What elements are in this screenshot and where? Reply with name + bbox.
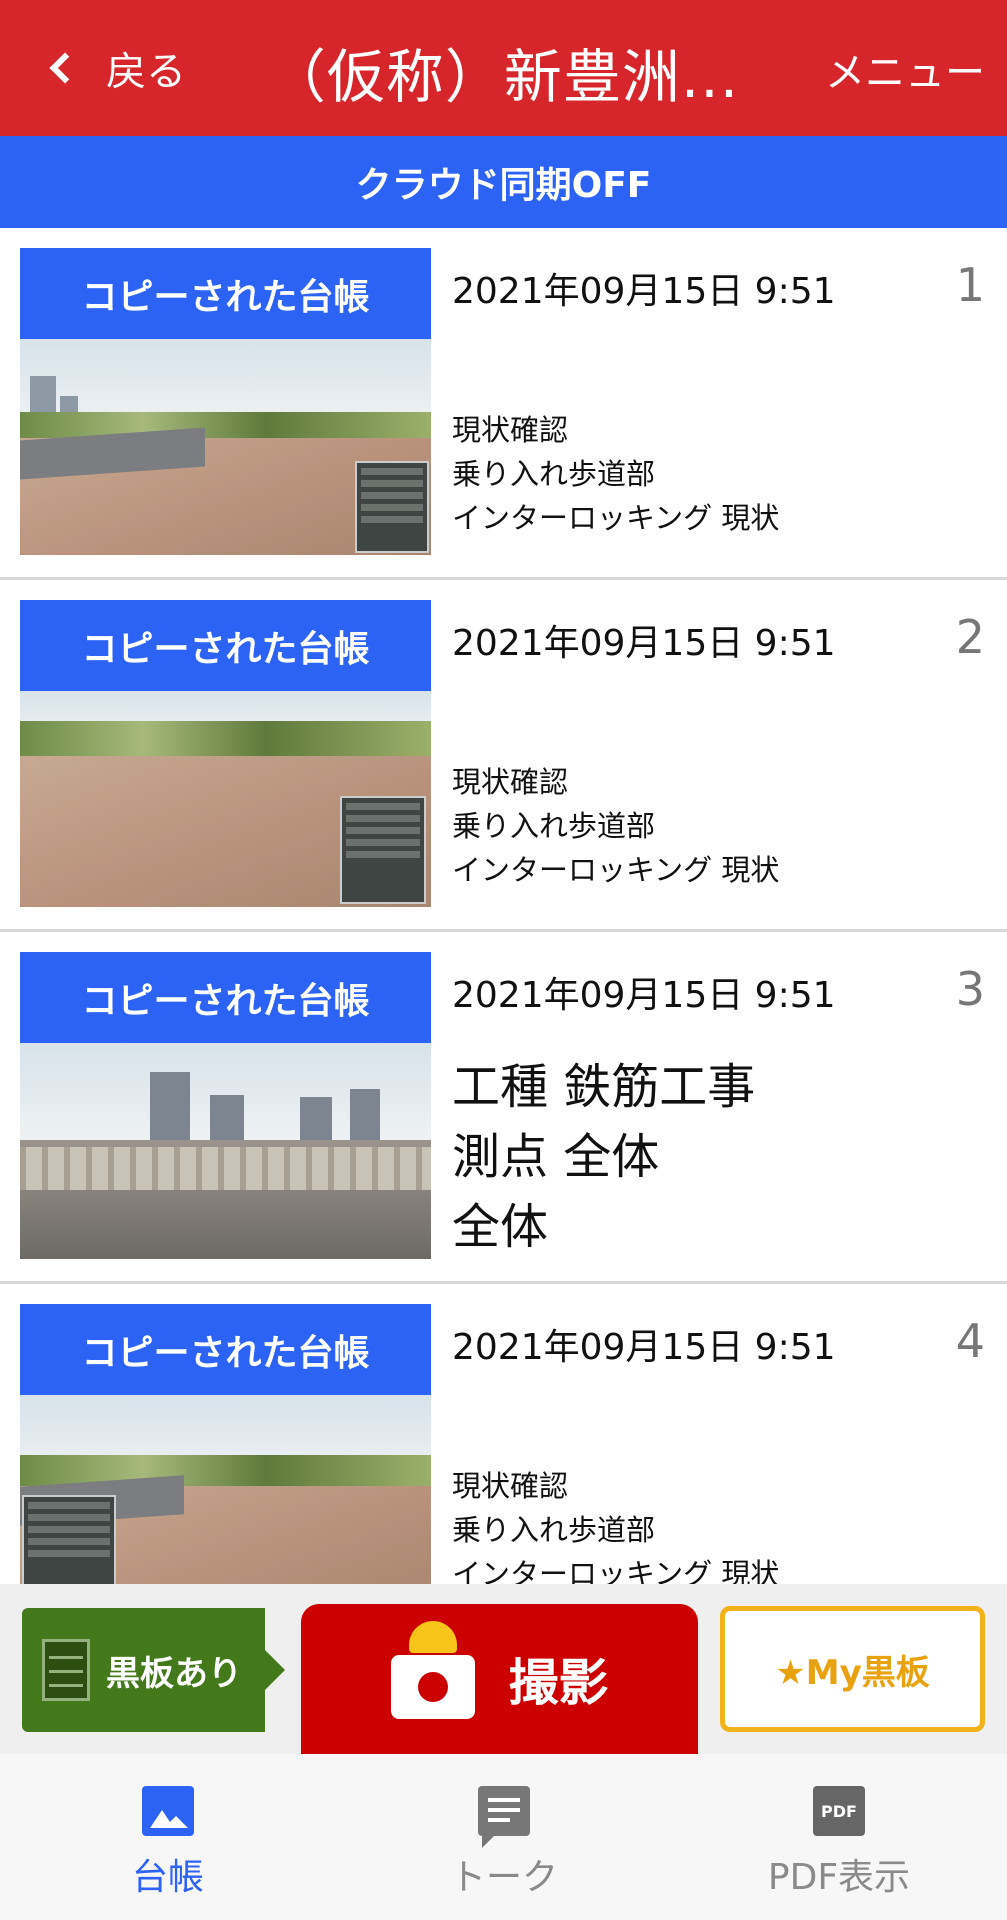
app-header: 戻る （仮称）新豊洲... メニュー (0, 0, 1007, 136)
photo-thumbnail: コピーされた台帳 (20, 1304, 431, 1584)
description-line: インターロッキング 現状 (452, 853, 780, 887)
tab-label: PDF表示 (767, 1857, 911, 1898)
item-number: 1 (955, 258, 985, 312)
camera-icon (390, 1621, 475, 1719)
back-label: 戻る (106, 49, 186, 95)
blackboard-icon (42, 1639, 90, 1701)
photo-thumbnail: コピーされた台帳 (20, 600, 431, 907)
list-item[interactable]: コピーされた台帳 2021年09月15日 9:51 3 工種 鉄筋工事 測点 全… (0, 932, 1007, 1284)
action-area: 黒板あり 撮影 ★My黒板 (0, 1584, 1007, 1754)
list-item[interactable]: コピーされた台帳 2021年09月15日 9:51 1 現状確認 乗り入れ歩道部… (0, 228, 1007, 580)
copied-ledger-badge: コピーされた台帳 (20, 952, 431, 1043)
photo-thumbnail: コピーされた台帳 (20, 952, 431, 1259)
photo-thumbnail: コピーされた台帳 (20, 248, 431, 555)
image-icon (142, 1786, 194, 1836)
shoot-label: 撮影 (508, 1654, 609, 1712)
copied-ledger-badge: コピーされた台帳 (20, 600, 431, 691)
description-line: 乗り入れ歩道部 (452, 1513, 656, 1547)
site-photo (20, 339, 431, 555)
description-line: 全体 (452, 1199, 549, 1255)
site-photo (20, 1395, 431, 1584)
item-description: 現状確認 乗り入れ歩道部 インターロッキング 現状 (452, 1464, 779, 1584)
item-number: 4 (955, 1314, 985, 1368)
item-description: 現状確認 乗り入れ歩道部 インターロッキング 現状 (452, 408, 779, 540)
description-line: 工種 鉄筋工事 (452, 1059, 756, 1115)
description-line: 現状確認 (452, 413, 569, 447)
back-button[interactable]: 戻る (42, 38, 186, 98)
list-item[interactable]: コピーされた台帳 2021年09月15日 9:51 4 現状確認 乗り入れ歩道部… (0, 1284, 1007, 1584)
item-date: 2021年09月15日 9:51 (452, 271, 836, 312)
tab-pdf[interactable]: PDF PDF表示 (671, 1754, 1007, 1920)
chat-icon (478, 1786, 530, 1848)
list-item[interactable]: コピーされた台帳 2021年09月15日 9:51 2 現状確認 乗り入れ歩道部… (0, 580, 1007, 932)
chevron-left-icon (49, 52, 81, 84)
tab-ledger[interactable]: 台帳 (0, 1754, 336, 1920)
item-date: 2021年09月15日 9:51 (452, 623, 836, 664)
board-toggle-button[interactable]: 黒板あり (22, 1608, 285, 1732)
tab-talk[interactable]: トーク (336, 1754, 672, 1920)
site-photo (20, 691, 431, 907)
description-line: インターロッキング 現状 (452, 501, 780, 535)
bottom-tab-bar: 台帳 トーク PDF PDF表示 (0, 1754, 1007, 1920)
description-line: インターロッキング 現状 (452, 1557, 780, 1584)
shoot-button[interactable]: 撮影 (301, 1604, 698, 1754)
item-description: 工種 鉄筋工事 測点 全体 全体 (452, 1052, 755, 1262)
description-line: 現状確認 (452, 765, 569, 799)
copied-ledger-badge: コピーされた台帳 (20, 248, 431, 339)
menu-button[interactable]: メニュー (825, 40, 985, 98)
item-number: 2 (955, 610, 985, 664)
description-line: 現状確認 (452, 1469, 569, 1503)
tab-label: 台帳 (131, 1857, 204, 1898)
ledger-list[interactable]: コピーされた台帳 2021年09月15日 9:51 1 現状確認 乗り入れ歩道部… (0, 228, 1007, 1584)
item-description: 現状確認 乗り入れ歩道部 インターロッキング 現状 (452, 760, 779, 892)
copied-ledger-badge: コピーされた台帳 (20, 1304, 431, 1395)
board-toggle-label: 黒板あり (106, 1653, 242, 1694)
my-board-button[interactable]: ★My黒板 (720, 1606, 985, 1732)
description-line: 乗り入れ歩道部 (452, 809, 656, 843)
item-number: 3 (955, 962, 985, 1016)
pdf-icon: PDF (813, 1786, 865, 1836)
description-line: 乗り入れ歩道部 (452, 457, 656, 491)
site-photo (20, 1043, 431, 1259)
tab-label: トーク (449, 1857, 558, 1898)
item-date: 2021年09月15日 9:51 (452, 1327, 836, 1368)
cloud-sync-status[interactable]: クラウド同期OFF (0, 136, 1007, 228)
description-line: 測点 全体 (452, 1129, 660, 1185)
item-date: 2021年09月15日 9:51 (452, 975, 836, 1016)
